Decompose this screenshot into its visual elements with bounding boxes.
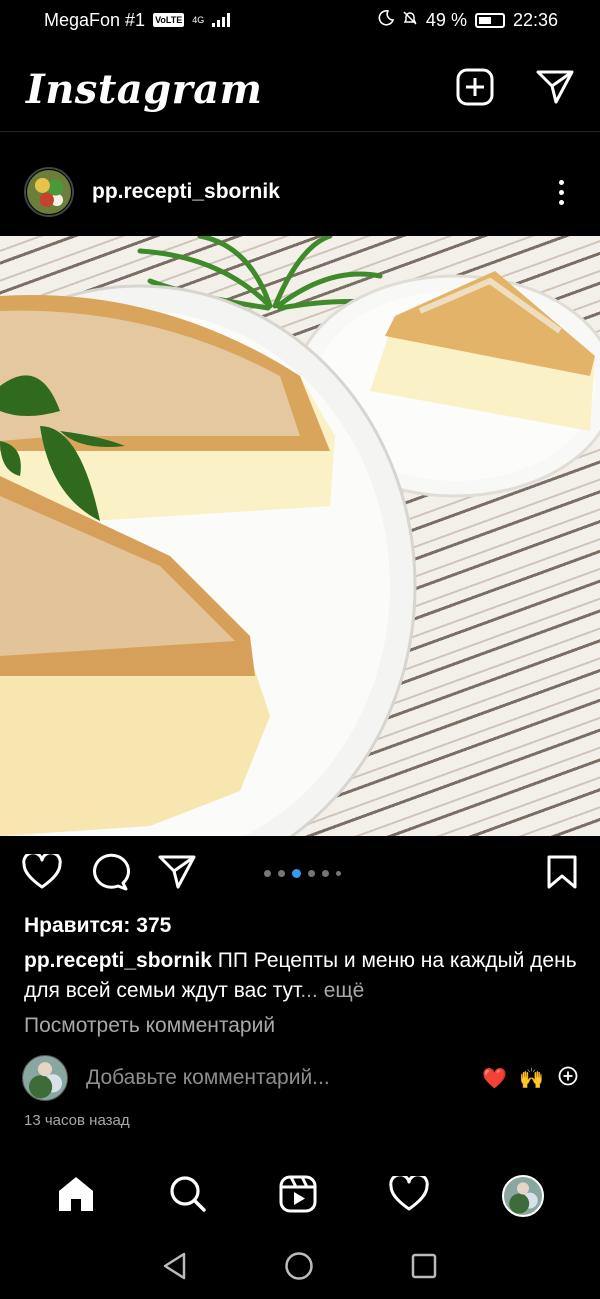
post-username[interactable]: pp.recepti_sbornik — [92, 180, 559, 204]
clock: 22:36 — [512, 9, 558, 30]
paper-plane-icon[interactable] — [536, 69, 574, 110]
post-caption: pp.recepti_sbornik ПП Рецепты и меню на … — [24, 946, 580, 1006]
volte-badge: VoLTE — [153, 13, 185, 27]
carousel-dot — [322, 870, 329, 877]
current-user-avatar — [22, 1055, 68, 1101]
recents-square-icon[interactable] — [410, 1252, 438, 1285]
avatar-image — [27, 170, 71, 214]
post-timestamp: 13 часов назад — [24, 1112, 130, 1129]
caption-more-link[interactable]: ещё — [324, 979, 365, 1002]
bottom-nav — [0, 1160, 600, 1232]
carousel-dot — [278, 870, 285, 877]
cake-photo — [0, 236, 600, 836]
home-circle-icon[interactable] — [284, 1251, 314, 1286]
share-icon[interactable] — [158, 854, 196, 895]
app-header: Instagram — [0, 48, 600, 132]
plus-square-icon[interactable] — [456, 68, 494, 111]
carousel-dot — [336, 871, 341, 876]
post-image[interactable] — [0, 236, 600, 836]
profile-tab-avatar[interactable] — [501, 1175, 544, 1217]
carousel-indicator — [264, 869, 341, 878]
post-actions-left — [22, 850, 196, 896]
likes-count[interactable]: Нравится: 375 — [24, 914, 171, 938]
back-triangle-icon[interactable] — [162, 1252, 188, 1285]
signal-icon — [212, 13, 231, 27]
battery-icon — [474, 12, 505, 28]
battery-percent: 49 % — [425, 9, 467, 30]
view-comments-link[interactable]: Посмотреть комментарий — [24, 1014, 275, 1038]
post-header: pp.recepti_sbornik — [0, 160, 600, 224]
bell-off-icon — [402, 10, 418, 31]
moon-icon — [378, 9, 395, 31]
raising-hands-emoji-button[interactable]: 🙌 — [519, 1066, 544, 1091]
comment-input[interactable]: Добавьте комментарий... — [86, 1066, 470, 1090]
activity-heart-icon[interactable] — [389, 1172, 430, 1217]
post-actions — [0, 850, 600, 896]
carousel-dot — [308, 870, 315, 877]
system-nav-bar — [0, 1240, 600, 1296]
plus-circle-icon[interactable] — [558, 1066, 578, 1091]
reels-icon[interactable] — [279, 1175, 317, 1218]
search-icon[interactable] — [169, 1175, 207, 1218]
network-type: 4G — [192, 14, 205, 25]
status-bar: MegaFon #1 VoLTE 4G 49 % 22:36 — [0, 0, 600, 40]
home-icon[interactable] — [56, 1175, 96, 1218]
status-left: MegaFon #1 VoLTE 4G — [44, 9, 231, 31]
caption-ellipsis: ... — [300, 979, 318, 1002]
bookmark-icon[interactable] — [546, 854, 578, 895]
carousel-dot — [264, 870, 271, 877]
carrier-name: MegaFon #1 — [44, 9, 146, 30]
add-comment-row: Добавьте комментарий... ❤️ 🙌 — [22, 1054, 578, 1102]
status-right: 49 % 22:36 — [378, 10, 558, 31]
post-author-avatar[interactable] — [24, 167, 74, 217]
more-options-icon[interactable] — [559, 179, 564, 205]
header-actions — [456, 68, 574, 111]
comment-icon[interactable] — [90, 853, 130, 896]
carousel-dot-active — [292, 869, 301, 878]
heart-emoji-button[interactable]: ❤️ — [482, 1066, 507, 1091]
instagram-logo[interactable]: Instagram — [26, 66, 263, 113]
heart-icon[interactable] — [22, 850, 62, 895]
caption-username[interactable]: pp.recepti_sbornik — [24, 949, 212, 972]
